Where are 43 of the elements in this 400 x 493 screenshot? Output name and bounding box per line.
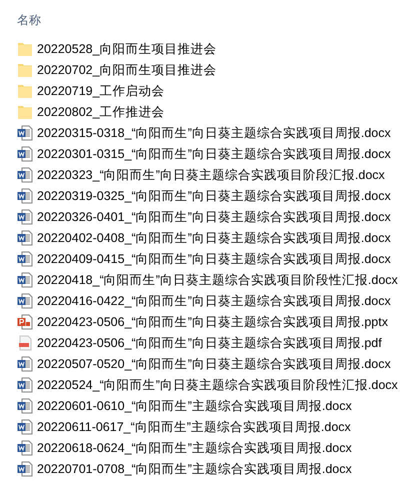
document-icon — [17, 356, 33, 372]
file-name[interactable]: 20220315-0318_“向阳而生”向日葵主题综合实践项目周报.docx — [37, 124, 391, 142]
folder-icon — [17, 104, 33, 120]
document-icon — [17, 250, 33, 266]
file-name[interactable]: 20220418_“向阳而生”向日葵主题综合实践项目阶段性汇报.docx — [37, 270, 398, 288]
file-name[interactable]: 20220702_向阳而生项目推进会 — [37, 60, 217, 78]
file-name[interactable]: 20220319-0325_“向阳而生”向日葵主题综合实践项目周报.docx — [37, 186, 391, 204]
file-name[interactable]: 20220423-0506_“向阳而生”向日葵主题综合实践项目周报.pdf — [37, 334, 382, 352]
folder-icon — [17, 40, 33, 56]
document-icon — [17, 146, 33, 162]
file-name[interactable]: 20220528_向阳而生项目推进会 — [37, 40, 217, 58]
file-name[interactable]: 20220423-0506_“向阳而生”向日葵主题综合实践项目周报.pptx — [37, 312, 388, 330]
file-name[interactable]: 20220402-0408_“向阳而生”向日葵主题综合实践项目周报.docx — [37, 228, 391, 246]
document-icon — [17, 376, 33, 392]
file-name[interactable]: 20220618-0624_“向阳而生”主题综合实践项目周报.docx — [37, 438, 352, 456]
file-name[interactable]: 20220701-0708_“向阳而生”主题综合实践项目周报.docx — [37, 460, 352, 478]
document-icon — [17, 460, 33, 476]
file-name[interactable]: 20220601-0610_“向阳而生”主题综合实践项目周报.docx — [37, 396, 352, 414]
document-icon — [17, 208, 33, 224]
document-icon — [17, 440, 33, 456]
file-name[interactable]: 20220524_“向阳而生”向日葵主题综合实践项目阶段性汇报.docx — [37, 376, 398, 394]
file-name[interactable]: 20220409-0415_“向阳而生”向日葵主题综合实践项目周报.docx — [37, 250, 391, 268]
file-name[interactable]: 20220301-0315_“向阳而生”向日葵主题综合实践项目周报.docx — [37, 144, 391, 162]
folder-icon — [17, 62, 33, 78]
presentation-icon — [17, 314, 33, 330]
file-name[interactable]: 20220416-0422_“向阳而生”向日葵主题综合实践项目周报.docx — [37, 292, 391, 310]
folder-icon — [17, 82, 33, 98]
document-icon — [17, 124, 33, 140]
document-icon — [17, 272, 33, 288]
file-name[interactable]: 20220323_“向阳而生”向日葵主题综合实践项目阶段汇报.docx — [37, 166, 385, 184]
file-name[interactable]: 20220611-0617_“向阳而生”主题综合实践项目周报.docx — [37, 418, 351, 436]
document-icon — [17, 418, 33, 434]
document-icon — [17, 398, 33, 414]
document-icon — [17, 166, 33, 182]
file-name[interactable]: 20220326-0401_“向阳而生”向日葵主题综合实践项目周报.docx — [37, 208, 391, 226]
file-name[interactable]: 20220802_工作推进会 — [37, 102, 165, 120]
document-icon — [17, 292, 33, 308]
document-icon — [17, 188, 33, 204]
pdf-icon — [17, 334, 33, 350]
file-name[interactable]: 20220719_工作启动会 — [37, 82, 165, 100]
column-header[interactable]: 名称 — [17, 11, 41, 29]
document-icon — [17, 230, 33, 246]
file-name[interactable]: 20220507-0520_“向阳而生”向日葵主题综合实践项目周报.docx — [37, 354, 391, 372]
